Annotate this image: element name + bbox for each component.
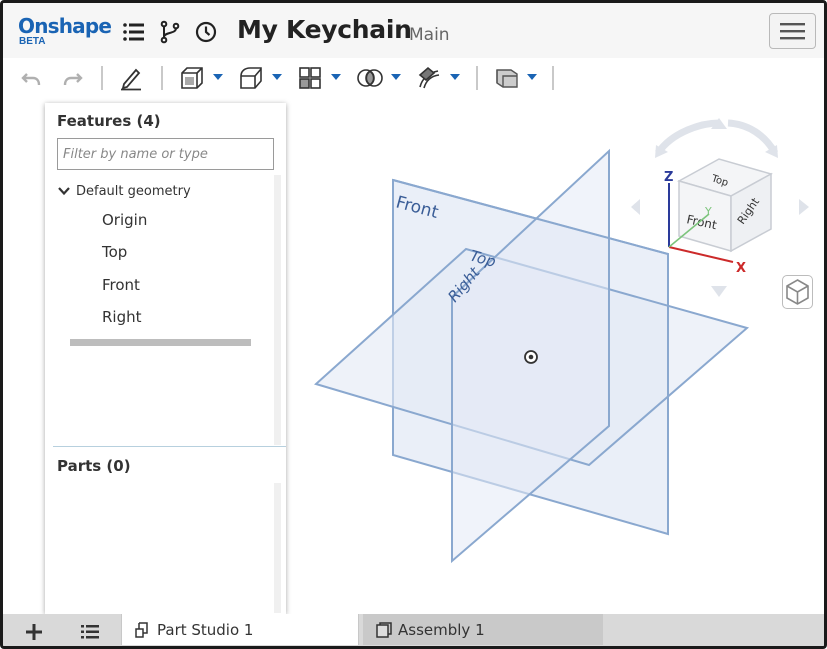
parts-heading: Parts (0) (57, 457, 131, 475)
brand-name: Onshape (18, 14, 112, 38)
undo-icon[interactable] (20, 65, 44, 91)
top-bar: Onshape BETA My Keychain Main (3, 3, 824, 58)
features-heading: Features (4) (57, 112, 161, 130)
rotate-left-arrow (631, 199, 640, 215)
extrude-dropdown-caret[interactable] (213, 74, 223, 80)
beta-badge: BETA (19, 36, 46, 47)
onshape-logo[interactable]: Onshape BETA (18, 14, 112, 47)
feature-list-panel: Features (4) Default geometry Origin Top… (45, 103, 286, 614)
feature-item-origin[interactable]: Origin (102, 211, 147, 229)
branch-name[interactable]: Main (409, 25, 450, 45)
hamburger-menu-icon (780, 23, 805, 40)
document-title[interactable]: My Keychain (237, 15, 412, 44)
add-tab-icon[interactable] (24, 622, 44, 646)
tab-assembly-1[interactable]: Assembly 1 (363, 614, 603, 645)
assembly-icon (376, 621, 392, 638)
tab-label: Part Studio 1 (157, 620, 254, 639)
view-options-button[interactable] (782, 275, 813, 309)
toolbar-divider (161, 66, 163, 90)
sketch-pencil-icon[interactable] (118, 65, 144, 91)
extrude-icon[interactable] (179, 65, 205, 91)
sweep-dropdown-caret[interactable] (450, 74, 460, 80)
default-geometry-group[interactable]: Default geometry (57, 181, 191, 201)
bottom-tab-bar: Part Studio 1 Assembly 1 (3, 614, 824, 646)
view-cube[interactable]: Top Front Right Z X Y (623, 111, 823, 301)
main-menu-button[interactable] (769, 13, 816, 49)
app-window: Onshape BETA My Keychain Main Front Top … (0, 0, 827, 649)
rollback-bar[interactable] (70, 339, 251, 346)
axis-z-label: Z (664, 170, 673, 185)
redo-icon[interactable] (60, 65, 84, 91)
pattern-icon[interactable] (297, 65, 323, 91)
default-geometry-label: Default geometry (76, 183, 191, 199)
fillet-dropdown-caret[interactable] (272, 74, 282, 80)
feature-item-front[interactable]: Front (102, 276, 140, 294)
tab-list-icon[interactable] (80, 622, 100, 646)
axis-x-label: X (736, 261, 746, 276)
rotate-down-arrow (711, 286, 727, 297)
feature-item-right[interactable]: Right (102, 308, 142, 326)
feature-filter-input[interactable] (57, 138, 274, 170)
axis-y-label: Y (704, 205, 712, 218)
tab-part-studio-1[interactable]: Part Studio 1 (121, 614, 359, 645)
tab-label: Assembly 1 (398, 620, 485, 639)
plane-icon[interactable] (495, 65, 519, 91)
origin-marker (524, 350, 538, 364)
cube-view-icon (786, 279, 809, 305)
boolean-dropdown-caret[interactable] (391, 74, 401, 80)
toolbar-divider (552, 66, 554, 90)
feature-toolbar (3, 58, 824, 100)
plane-dropdown-caret[interactable] (527, 74, 537, 80)
history-clock-icon[interactable] (194, 20, 218, 44)
toolbar-divider (101, 66, 103, 90)
features-scrollbar[interactable] (274, 175, 281, 445)
menu-lines-icon[interactable] (122, 20, 146, 44)
toolbar-divider (476, 66, 478, 90)
boolean-icon[interactable] (356, 65, 384, 91)
rotate-right-arrow (799, 199, 809, 215)
parts-scrollbar[interactable] (274, 483, 281, 613)
feature-item-top[interactable]: Top (102, 243, 127, 261)
branch-icon[interactable] (158, 20, 182, 44)
chevron-down-icon (58, 187, 70, 196)
part-studio-icon (135, 621, 148, 638)
pattern-dropdown-caret[interactable] (331, 74, 341, 80)
panel-divider[interactable] (53, 446, 286, 447)
fillet-icon[interactable] (238, 65, 264, 91)
sweep-icon[interactable] (416, 65, 442, 91)
